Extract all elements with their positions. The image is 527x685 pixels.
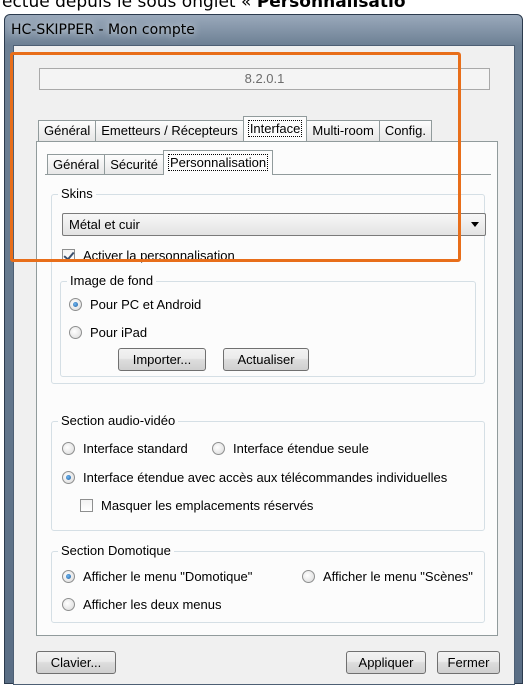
subtab-personalization[interactable]: Personnalisation [162,150,274,175]
radio-ipad[interactable]: Pour iPad [69,325,147,340]
radio-scenes-menu-label: Afficher le menu "Scènes" [323,569,473,584]
tab-interface[interactable]: Interface [242,116,308,141]
import-button[interactable]: Importer... [118,348,206,371]
chevron-down-icon [471,222,479,227]
caption-text: ectue depuis le sous onglet « [2,0,257,12]
radio-standard-interface[interactable]: Interface standard [62,441,188,456]
radio-unselected-icon [62,598,75,611]
close-button[interactable]: Fermer [437,651,500,674]
caption-bold-text: Personnalisatio [256,0,406,12]
window-title: HC-SKIPPER - Mon compte [11,22,195,38]
radio-scenes-menu[interactable]: Afficher le menu "Scènes" [302,569,473,584]
radio-both-menus[interactable]: Afficher les deux menus [62,597,222,612]
apply-button[interactable]: Appliquer [346,651,426,674]
radio-unselected-icon [69,326,82,339]
radio-domotique-menu-label: Afficher le menu "Domotique" [83,569,253,584]
radio-unselected-icon [302,570,315,583]
radio-both-menus-label: Afficher les deux menus [83,597,222,612]
checkbox-unchecked-icon [80,499,93,512]
radio-selected-icon [62,570,75,583]
radio-selected-icon [62,471,75,484]
hide-reserved-label: Masquer les emplacements réservés [101,498,314,513]
hide-reserved-checkbox[interactable]: Masquer les emplacements réservés [80,498,313,513]
domotique-title: Section Domotique [58,543,174,558]
radio-domotique-menu[interactable]: Afficher le menu "Domotique" [62,569,252,584]
audio-video-title: Section audio-vidéo [58,413,179,428]
radio-unselected-icon [212,442,225,455]
background-image-group: Image de fond Pour PC et Android Pour iP… [60,273,476,377]
audio-video-group: Section audio-vidéo Interface standard I… [51,413,485,531]
radio-extended-only-label: Interface étendue seule [233,441,369,456]
radio-extended-remotes[interactable]: Interface étendue avec accès aux télécom… [62,470,447,485]
radio-pc-android[interactable]: Pour PC et Android [69,297,201,312]
radio-extended-only[interactable]: Interface étendue seule [212,441,369,456]
domotique-group: Section Domotique Afficher le menu "Domo… [51,543,485,623]
radio-ipad-label: Pour iPad [90,325,148,340]
radio-standard-interface-label: Interface standard [83,441,188,456]
background-image-title: Image de fond [67,273,157,288]
radio-extended-remotes-label: Interface étendue avec accès aux télécom… [83,470,448,485]
radio-pc-android-label: Pour PC et Android [90,297,202,312]
refresh-button[interactable]: Actualiser [223,348,309,371]
keyboard-button[interactable]: Clavier... [36,651,116,674]
radio-unselected-icon [62,442,75,455]
radio-selected-icon [69,298,82,311]
